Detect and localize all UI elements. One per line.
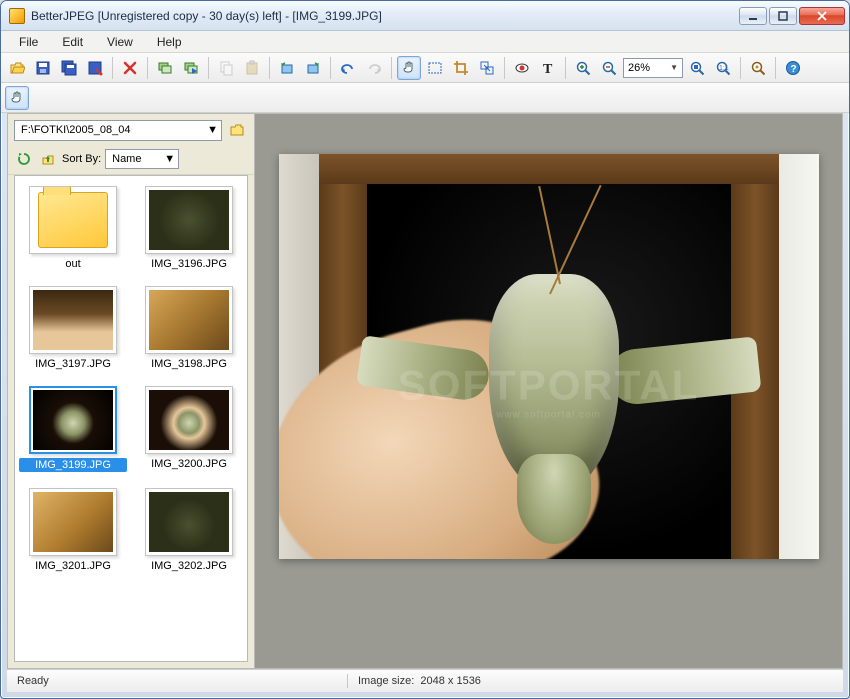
sort-combo[interactable]: Name ▼ (105, 149, 179, 169)
thumbnail-label: IMG_3202.JPG (135, 560, 243, 572)
text-tool-icon[interactable]: T (536, 56, 560, 80)
status-image-size: Image size: 2048 x 1536 (348, 675, 843, 687)
zoom-combo[interactable]: 26% ▼ (623, 58, 683, 78)
close-button[interactable] (799, 7, 845, 25)
save-all-icon[interactable] (57, 56, 81, 80)
menu-file[interactable]: File (9, 33, 48, 51)
up-folder-icon[interactable] (38, 149, 58, 169)
select-rect-icon[interactable] (423, 56, 447, 80)
thumbnail-label: IMG_3198.JPG (135, 358, 243, 370)
thumbnail-label: IMG_3200.JPG (135, 458, 243, 470)
sort-label: Sort By: (62, 153, 101, 165)
title-bar: BetterJPEG [Unregistered copy - 30 day(s… (1, 1, 849, 31)
chevron-down-icon: ▼ (164, 153, 175, 165)
thumbnail-item[interactable]: out (17, 182, 129, 274)
zoom-in-icon[interactable] (571, 56, 595, 80)
thumbnail-image (145, 186, 233, 254)
folder-icon (29, 186, 117, 254)
thumbnail-image (145, 386, 233, 454)
menu-help[interactable]: Help (147, 33, 192, 51)
batch-run-icon[interactable] (179, 56, 203, 80)
chevron-down-icon: ▼ (670, 63, 678, 72)
main-toolbar: T 26% ▼ 1:1 ? (1, 53, 849, 83)
secondary-toolbar (1, 83, 849, 113)
svg-text:?: ? (791, 64, 797, 75)
thumbnail-label: IMG_3196.JPG (135, 258, 243, 270)
content-area: F:\FOTKI\2005_08_04 ▼ Sort By: Name ▼ ou… (7, 113, 843, 669)
undo-icon[interactable] (336, 56, 360, 80)
crop-icon[interactable] (449, 56, 473, 80)
thumbnail-item[interactable]: IMG_3201.JPG (17, 484, 129, 576)
thumbnail-image (29, 386, 117, 454)
redeye-icon[interactable] (510, 56, 534, 80)
thumbnail-item[interactable]: IMG_3196.JPG (133, 182, 245, 274)
rotate-right-icon[interactable] (301, 56, 325, 80)
zoom-value: 26% (628, 62, 650, 74)
status-bar: Ready Image size: 2048 x 1536 (7, 669, 843, 692)
help-icon[interactable]: ? (781, 56, 805, 80)
file-browser: F:\FOTKI\2005_08_04 ▼ Sort By: Name ▼ ou… (8, 114, 255, 668)
thumbnail-image (145, 488, 233, 556)
thumbnail-image (29, 286, 117, 354)
displayed-image (279, 154, 819, 559)
thumbnail-item[interactable]: IMG_3202.JPG (133, 484, 245, 576)
zoom-100-icon[interactable]: 1:1 (711, 56, 735, 80)
menu-edit[interactable]: Edit (52, 33, 93, 51)
minimize-button[interactable] (739, 7, 767, 25)
batch-icon[interactable] (153, 56, 177, 80)
zoom-out-icon[interactable] (597, 56, 621, 80)
delete-icon[interactable] (118, 56, 142, 80)
image-view[interactable]: SOFTPORTAL www.softportal.com (255, 114, 842, 668)
menu-bar: File Edit View Help (1, 31, 849, 53)
app-window: BetterJPEG [Unregistered copy - 30 day(s… (0, 0, 850, 699)
window-title: BetterJPEG [Unregistered copy - 30 day(s… (31, 9, 739, 23)
chevron-down-icon: ▼ (207, 124, 218, 136)
open-file-icon[interactable] (5, 56, 29, 80)
settings-icon[interactable] (746, 56, 770, 80)
thumbnail-label: IMG_3201.JPG (19, 560, 127, 572)
svg-text:1:1: 1:1 (719, 65, 729, 72)
menu-view[interactable]: View (97, 33, 143, 51)
thumbnail-label: IMG_3199.JPG (19, 458, 127, 472)
svg-text:T: T (543, 62, 553, 76)
thumbnail-label: IMG_3197.JPG (19, 358, 127, 370)
browse-folder-icon[interactable] (226, 119, 248, 141)
thumbnail-item[interactable]: IMG_3200.JPG (133, 382, 245, 476)
sort-value: Name (112, 153, 141, 165)
paste-icon (240, 56, 264, 80)
thumbnail-item[interactable]: IMG_3198.JPG (133, 282, 245, 374)
thumbnail-item[interactable]: IMG_3197.JPG (17, 282, 129, 374)
rotate-left-icon[interactable] (275, 56, 299, 80)
maximize-button[interactable] (769, 7, 797, 25)
thumbnail-image (29, 488, 117, 556)
refresh-icon[interactable] (14, 149, 34, 169)
thumbnail-list[interactable]: out IMG_3196.JPG IMG_3197.JPG IMG_3198.JPG I… (14, 175, 248, 662)
resize-icon[interactable] (475, 56, 499, 80)
copy-icon (214, 56, 238, 80)
thumbnail-item[interactable]: IMG_3199.JPG (17, 382, 129, 476)
path-value: F:\FOTKI\2005_08_04 (21, 124, 130, 136)
save-icon[interactable] (31, 56, 55, 80)
app-icon (9, 8, 25, 24)
status-ready: Ready (7, 675, 347, 687)
save-as-icon[interactable] (83, 56, 107, 80)
zoom-fit-icon[interactable] (685, 56, 709, 80)
thumbnail-image (145, 286, 233, 354)
path-combo[interactable]: F:\FOTKI\2005_08_04 ▼ (14, 120, 222, 141)
pan-tool-icon-2[interactable] (5, 86, 29, 110)
pan-tool-icon[interactable] (397, 56, 421, 80)
thumbnail-label: out (19, 258, 127, 270)
redo-icon (362, 56, 386, 80)
